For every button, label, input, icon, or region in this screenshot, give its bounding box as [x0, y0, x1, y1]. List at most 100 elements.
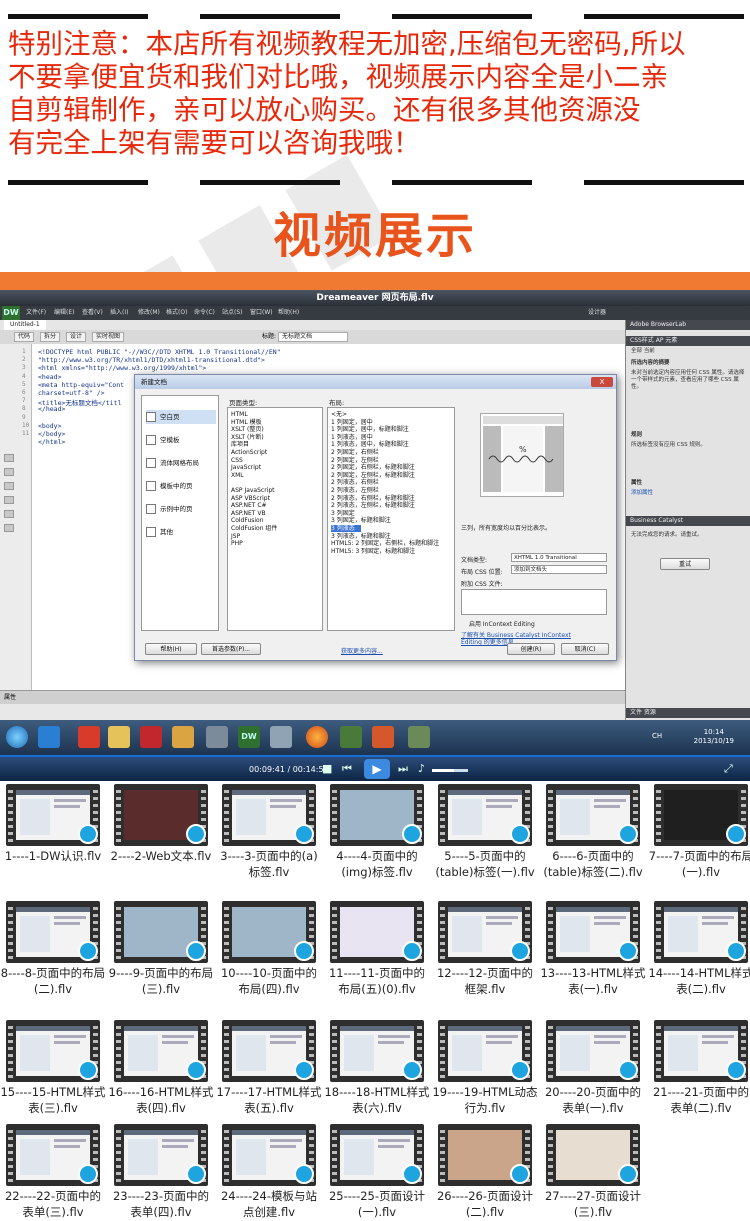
layout-css-select[interactable]: 添加到文档头 — [511, 565, 607, 574]
menu-item[interactable]: 窗口(W) — [250, 306, 273, 320]
layout-item[interactable]: 1 列液态，居中，标题和脚注 — [331, 441, 409, 448]
gutter-tool-icon[interactable] — [4, 482, 14, 490]
close-icon[interactable]: X — [591, 377, 613, 387]
firefox-icon[interactable] — [306, 726, 328, 748]
page-type-item[interactable]: XML — [231, 472, 244, 479]
layout-item[interactable]: HTML5: 2 列固定，右侧栏，标题和脚注 — [331, 540, 439, 547]
layout-item[interactable]: 2 列液态，右侧栏，标题和脚注 — [331, 495, 415, 502]
title-input[interactable]: 无标题文档 — [278, 332, 348, 342]
app-icon[interactable] — [340, 726, 362, 748]
code-view-button[interactable]: 代码 — [14, 332, 35, 342]
layout-item[interactable]: 2 列液态，左侧栏，标题和脚注 — [331, 502, 415, 509]
menu-item[interactable]: 查看(V) — [82, 306, 103, 320]
layout-item[interactable]: 2 列固定，左侧栏 — [331, 457, 379, 464]
workspace-switcher[interactable]: 设计器 — [588, 306, 606, 320]
fullscreen-icon[interactable]: ⤢ — [724, 762, 733, 776]
layout-item[interactable]: 1 列固定，居中，标题和脚注 — [331, 426, 409, 433]
layout-item[interactable]: 2 列液态，左侧栏 — [331, 487, 379, 494]
doctype-select[interactable]: XHTML 1.0 Transitional — [511, 553, 607, 562]
menu-item[interactable]: 格式(O) — [166, 306, 187, 320]
gutter-tool-icon[interactable] — [4, 524, 14, 532]
design-view-button[interactable]: 设计 — [66, 332, 87, 342]
gutter-tool-icon[interactable] — [4, 496, 14, 504]
more-content-link[interactable]: 获取更多内容... — [341, 646, 383, 655]
category-item[interactable]: 空白页 — [146, 410, 216, 424]
app-icon[interactable] — [206, 726, 228, 748]
layout-item[interactable]: 3 列固定，标题和脚注 — [331, 517, 391, 524]
volume-icon[interactable]: ♪ — [418, 762, 425, 775]
category-item[interactable]: 其他 — [146, 525, 216, 539]
layout-list[interactable]: <无> 1 列固定，居中 1 列固定，居中，标题和脚注 1 列液态，居中 1 列液态，居… — [327, 407, 455, 631]
previous-icon[interactable]: ⏮ — [342, 762, 352, 776]
panel-header[interactable]: CSS样式 AP 元素 — [626, 336, 750, 346]
help-button[interactable]: 帮助(H) — [145, 643, 197, 655]
dreamweaver-icon[interactable]: DW — [238, 726, 260, 748]
clock[interactable]: 10:14 2013/10/19 — [694, 728, 734, 746]
page-type-item[interactable]: JavaScript — [231, 464, 261, 471]
tray-language[interactable]: CH — [652, 732, 662, 740]
powerpoint-icon[interactable] — [372, 726, 394, 748]
layout-item[interactable]: 3 列液态 — [331, 525, 361, 532]
page-type-item[interactable]: CSS — [231, 457, 243, 464]
volume-slider[interactable] — [432, 769, 468, 772]
category-item[interactable]: 空模板 — [146, 433, 216, 447]
menu-item[interactable]: 命令(C) — [194, 306, 215, 320]
page-type-item[interactable]: XSLT (整页) — [231, 426, 264, 433]
menu-item[interactable]: 插入(I) — [110, 306, 128, 320]
page-type-item[interactable]: 库项目 — [231, 441, 249, 448]
gutter-tool-icon[interactable] — [4, 510, 14, 518]
page-type-item[interactable]: ColdFusion — [231, 517, 264, 524]
browser-icon[interactable] — [38, 726, 60, 748]
layout-item[interactable]: 3 列液态，标题和脚注 — [331, 533, 391, 540]
layout-item[interactable]: 2 列液态，右侧栏 — [331, 479, 379, 486]
category-item[interactable]: 流体网格布局 — [146, 456, 216, 470]
layout-item[interactable]: 2 列固定，右侧栏 — [331, 449, 379, 456]
panel-link[interactable]: 添加属性 — [631, 490, 746, 497]
split-view-button[interactable]: 拆分 — [40, 332, 61, 342]
page-type-item[interactable]: XSLT (片断) — [231, 434, 264, 441]
page-type-item[interactable]: JSP — [231, 533, 240, 540]
retry-button[interactable]: 重试 — [660, 558, 710, 570]
menu-item[interactable]: 站点(S) — [222, 306, 243, 320]
media-icon[interactable] — [140, 726, 162, 748]
incontext-checkbox[interactable]: 启用 InContext Editing — [469, 619, 535, 628]
page-type-item[interactable]: ASP VBScript — [231, 495, 270, 502]
start-icon[interactable] — [6, 726, 28, 748]
app-icon[interactable] — [172, 726, 194, 748]
play-icon[interactable]: ▶ — [364, 759, 390, 779]
page-type-item[interactable]: ASP.NET VB — [231, 510, 266, 517]
page-type-item[interactable]: ActionScript — [231, 449, 267, 456]
folder-icon[interactable] — [108, 726, 130, 748]
panel-header[interactable]: Adobe BrowserLab — [626, 320, 750, 330]
layout-item[interactable]: HTML5: 3 列固定，标题和脚注 — [331, 548, 415, 555]
cancel-button[interactable]: 取消(C) — [561, 643, 609, 655]
panel-header[interactable]: Business Catalyst — [626, 516, 750, 526]
page-type-item[interactable]: HTML — [231, 411, 248, 418]
layout-item[interactable]: 1 列液态，居中 — [331, 434, 373, 441]
gutter-tool-icon[interactable] — [4, 468, 14, 476]
panel-tabs[interactable]: 全部 当前 — [631, 348, 746, 355]
menu-item[interactable]: 帮助(H) — [278, 306, 299, 320]
app-icon[interactable] — [78, 726, 100, 748]
stop-icon[interactable]: ■ — [322, 762, 332, 775]
page-type-list[interactable]: HTML HTML 模板 XSLT (整页) XSLT (片断) 库项目 ActionSc… — [227, 407, 323, 631]
page-type-item[interactable]: ASP.NET C# — [231, 502, 267, 509]
app-icon[interactable] — [270, 726, 292, 748]
next-icon[interactable]: ⏭ — [398, 762, 408, 776]
layout-item[interactable]: 1 列固定，居中 — [331, 419, 373, 426]
create-button[interactable]: 创建(R) — [507, 643, 555, 655]
incontext-link-2[interactable]: Editing 的更多信息 — [461, 637, 514, 646]
gutter-tool-icon[interactable] — [4, 454, 14, 462]
page-type-item[interactable]: PHP — [231, 540, 243, 547]
panel-header[interactable]: 文件 资源 — [626, 708, 750, 718]
layout-item[interactable]: 2 列固定，右侧栏，标题和脚注 — [331, 464, 415, 471]
attach-css-list[interactable] — [461, 589, 607, 615]
page-type-item[interactable]: ColdFusion 组件 — [231, 525, 277, 532]
menu-item[interactable]: 文件(F) — [26, 306, 46, 320]
page-type-item[interactable]: HTML 模板 — [231, 419, 262, 426]
preferences-button[interactable]: 首选参数(P)... — [201, 643, 261, 655]
menu-item[interactable]: 编辑(E) — [54, 306, 74, 320]
category-item[interactable]: 模板中的页 — [146, 479, 216, 493]
layout-item[interactable]: <无> — [331, 411, 347, 418]
page-type-item[interactable]: ASP JavaScript — [231, 487, 275, 494]
